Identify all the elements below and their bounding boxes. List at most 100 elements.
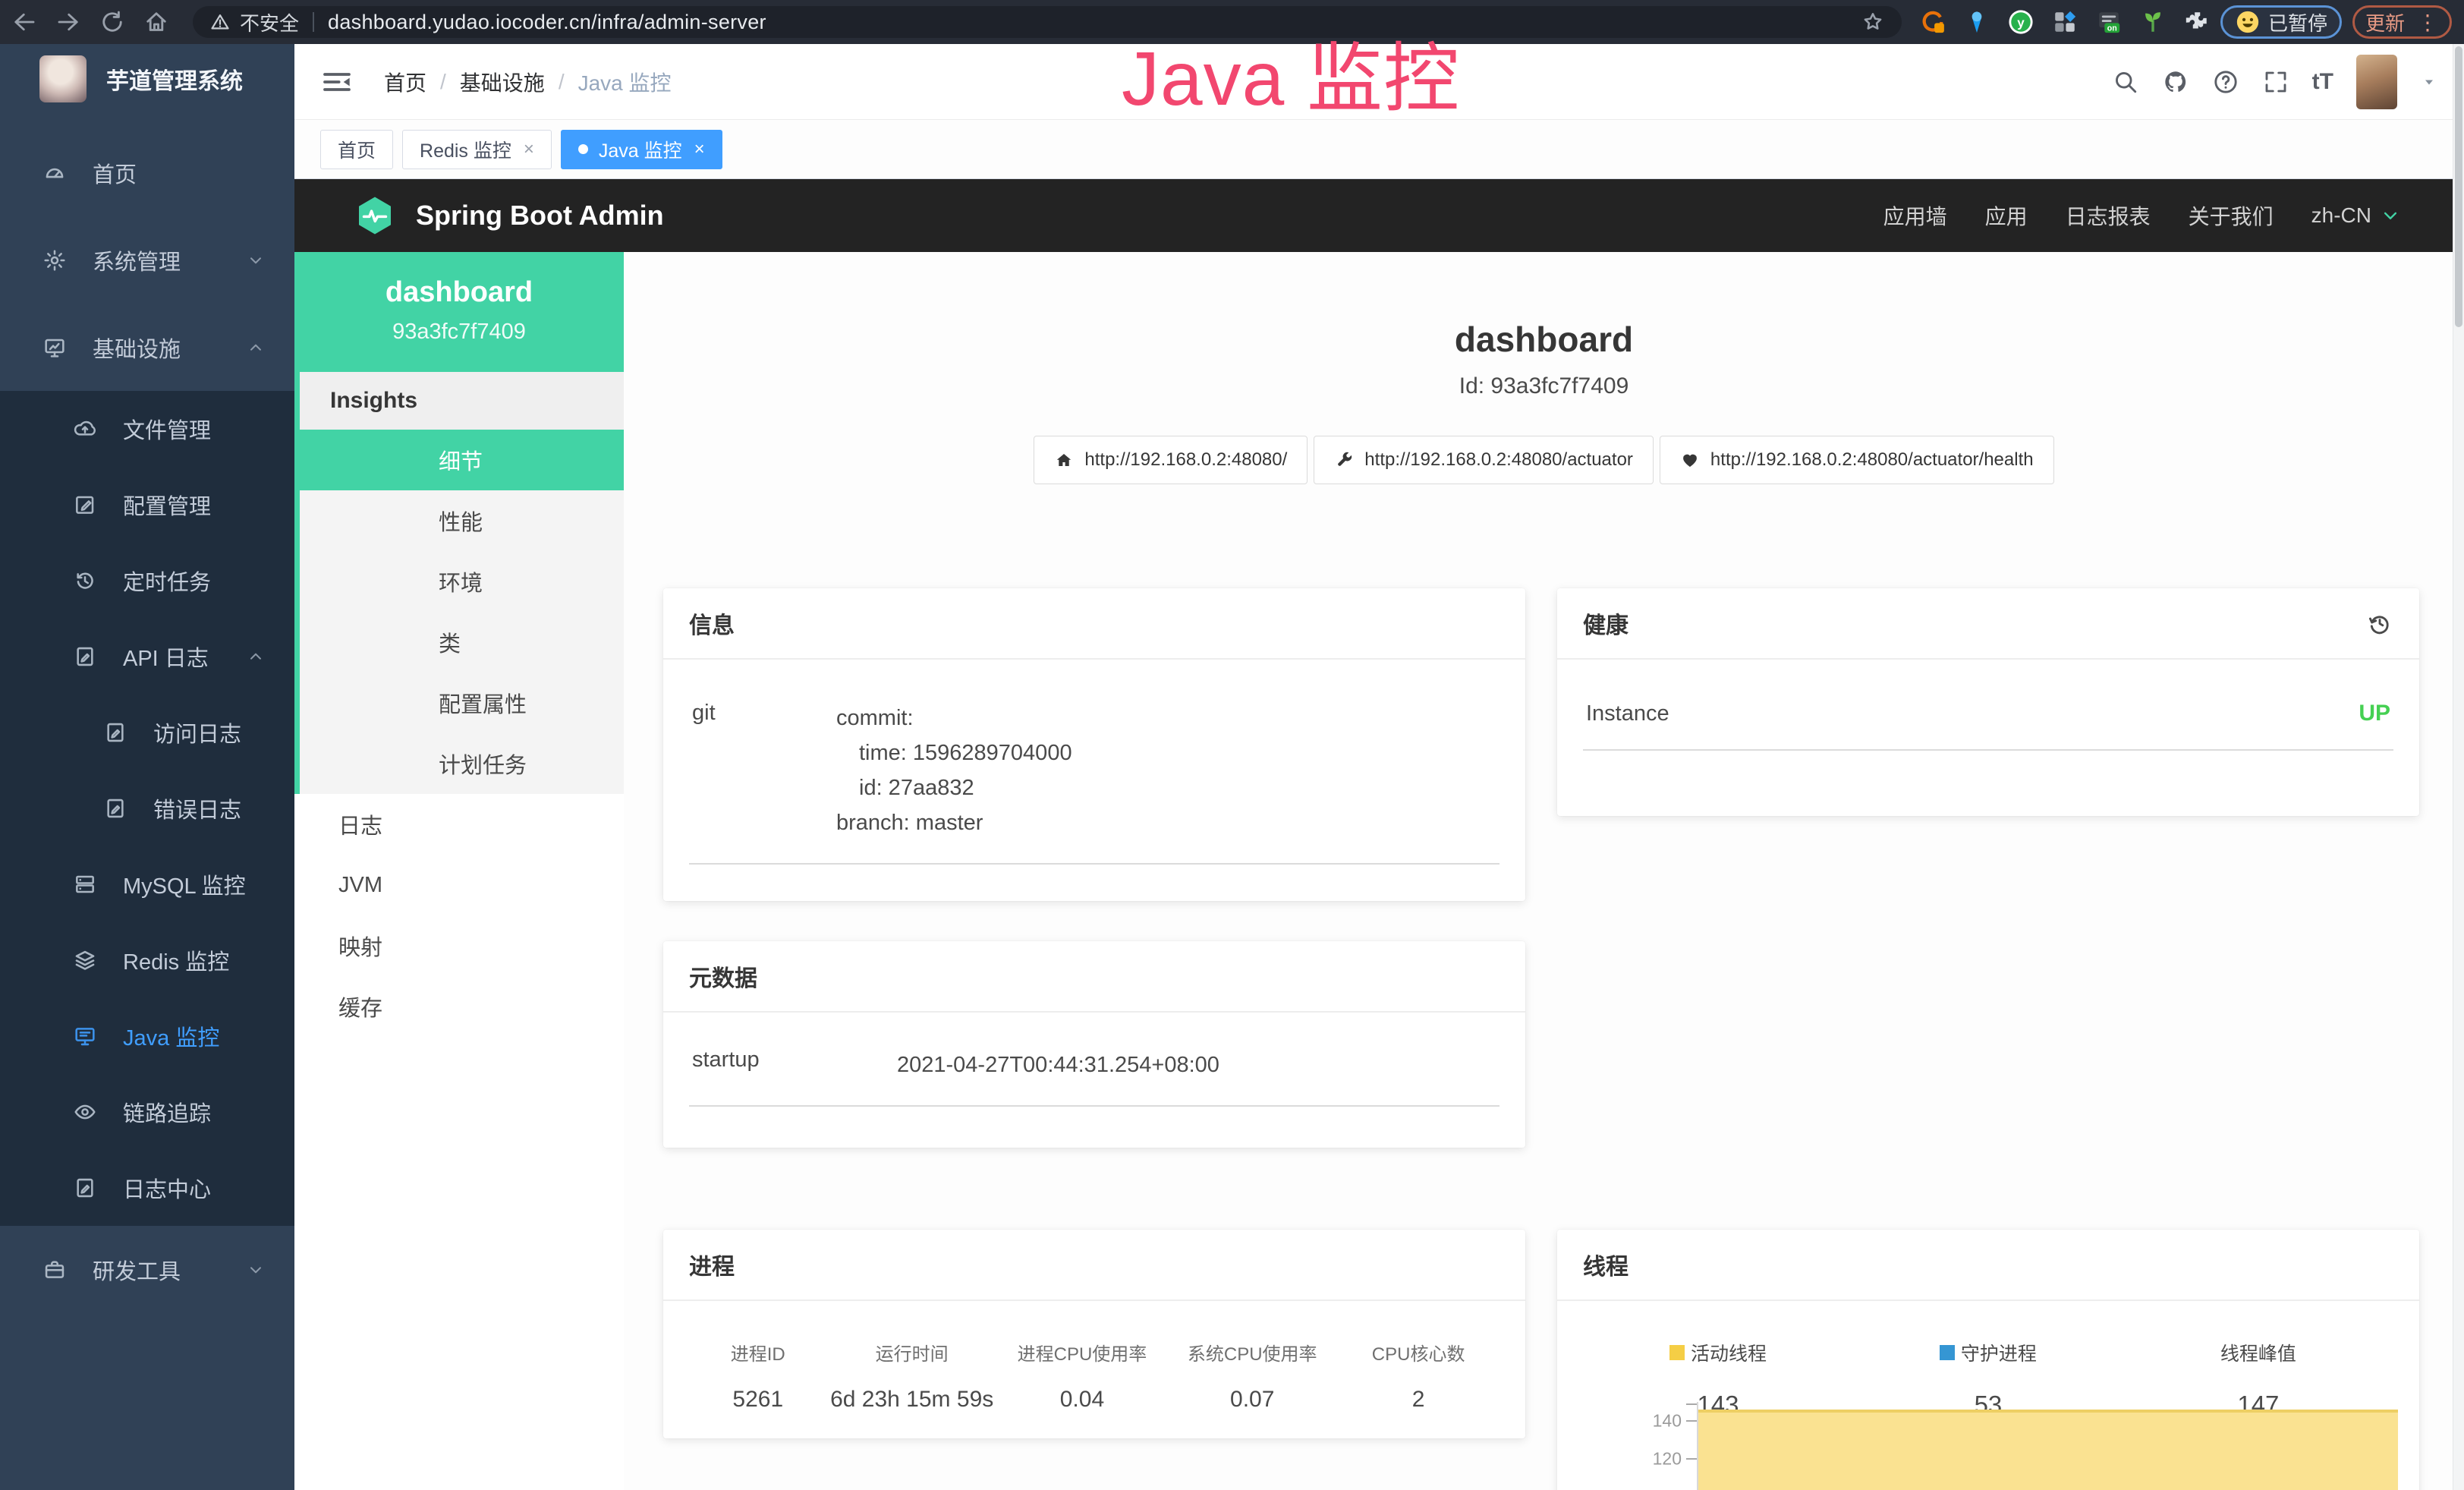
tab-home[interactable]: 首页: [320, 130, 393, 169]
not-secure-warning-icon[interactable]: [209, 11, 231, 33]
log-edit-icon: [73, 1176, 97, 1200]
sidebar-item-mysql-monitor[interactable]: MySQL 监控: [0, 846, 294, 922]
browser-forward-icon[interactable]: [55, 8, 82, 36]
extension-grid-icon[interactable]: [2052, 9, 2078, 35]
insights-section-label: Insights: [300, 372, 624, 430]
extension-green-circle-icon[interactable]: y: [2008, 9, 2034, 35]
sidebar-item-scheduled-tasks[interactable]: 定时任务: [0, 543, 294, 619]
legend-daemon-threads: 守护进程: [1961, 1339, 2037, 1366]
health-history-icon[interactable]: [2366, 610, 2393, 637]
sba-item-details[interactable]: 细节: [300, 430, 624, 490]
chevron-down-icon: [246, 1260, 266, 1280]
user-menu-caret-icon[interactable]: [2420, 73, 2438, 91]
svg-text:on: on: [2107, 24, 2117, 33]
browser-home-icon[interactable]: [143, 8, 170, 36]
breadcrumb-infrastructure[interactable]: 基础设施: [460, 67, 545, 97]
sba-item-mappings[interactable]: 映射: [294, 915, 624, 976]
close-icon[interactable]: ×: [524, 139, 534, 160]
smiley-emoji-icon: [2235, 9, 2261, 35]
scrollbar-thumb[interactable]: [2455, 46, 2462, 327]
browser-reload-icon[interactable]: [99, 8, 126, 36]
chevron-up-icon: [246, 647, 266, 666]
font-size-icon[interactable]: tT: [2312, 69, 2333, 95]
close-icon[interactable]: ×: [694, 139, 705, 160]
breadcrumb-separator: /: [559, 70, 565, 94]
ytick-120: 120: [1583, 1449, 1682, 1470]
hamburger-icon[interactable]: [322, 69, 352, 95]
sba-nav-about[interactable]: 关于我们: [2189, 200, 2274, 231]
sba-item-config-props[interactable]: 配置属性: [300, 673, 624, 733]
service-url-button[interactable]: http://192.168.0.2:48080/: [1034, 436, 1308, 484]
info-value: commit: time: 1596289704000 id: 27aa832 …: [836, 701, 1072, 840]
sidebar-item-infrastructure[interactable]: 基础设施: [0, 304, 294, 391]
github-icon[interactable]: [2162, 68, 2189, 96]
security-label: 不安全: [240, 8, 299, 36]
browser-menu-icon[interactable]: ⋮: [2417, 10, 2439, 35]
paused-extension-button[interactable]: 已暂停: [2220, 5, 2342, 39]
update-label: 更新: [2365, 8, 2405, 36]
card-process: 进程 进程ID 运行时间 进程CPU使用率 系统CPU使用率 CPU核心数 52…: [663, 1230, 1525, 1438]
health-url-button[interactable]: http://192.168.0.2:48080/actuator/health: [1660, 436, 2054, 484]
tab-redis-monitor[interactable]: Redis 监控 ×: [402, 130, 552, 169]
sba-item-caches[interactable]: 缓存: [294, 976, 624, 1037]
card-process-title: 进程: [689, 1248, 735, 1281]
address-bar[interactable]: 不安全 dashboard.yudao.iocoder.cn/infra/adm…: [193, 6, 1902, 38]
sidebar-item-home[interactable]: 首页: [0, 129, 294, 216]
spring-boot-admin-logo-icon[interactable]: [354, 194, 396, 237]
sba-instance-header[interactable]: dashboard 93a3fc7f7409: [294, 252, 624, 372]
sidebar-item-tracing[interactable]: 链路追踪: [0, 1074, 294, 1150]
extension-sprout-icon[interactable]: [2140, 9, 2166, 35]
monitor-chart-icon: [42, 335, 67, 360]
browser-update-button[interactable]: 更新 ⋮: [2352, 5, 2452, 39]
sidebar-item-error-logs[interactable]: 错误日志: [0, 770, 294, 846]
extension-switch-on-icon[interactable]: on: [2096, 9, 2122, 35]
actuator-url-button[interactable]: http://192.168.0.2:48080/actuator: [1314, 436, 1654, 484]
sidebar-item-file-mgmt[interactable]: 文件管理: [0, 391, 294, 467]
sba-nav-applications[interactable]: 应用: [1985, 200, 2028, 231]
page-scrollbar[interactable]: [2453, 44, 2464, 1490]
sba-nav-journal[interactable]: 日志报表: [2066, 200, 2151, 231]
help-icon[interactable]: [2212, 68, 2239, 96]
sidebar-item-system-mgmt[interactable]: 系统管理: [0, 216, 294, 304]
edit-square-icon: [73, 493, 97, 517]
tags-view: 首页 Redis 监控 × Java 监控 ×: [294, 120, 2464, 179]
health-key: Instance: [1586, 701, 1669, 726]
health-instance-row: Instance UP: [1583, 670, 2393, 751]
sba-brand-title[interactable]: Spring Boot Admin: [416, 200, 664, 232]
process-header-pid: 进程ID: [689, 1339, 827, 1366]
breadcrumb-home[interactable]: 首页: [384, 67, 426, 97]
sidebar-item-java-monitor[interactable]: Java 监控: [0, 998, 294, 1074]
info-key: git: [692, 701, 836, 840]
sidebar-item-redis-monitor[interactable]: Redis 监控: [0, 922, 294, 998]
sba-item-logs[interactable]: 日志: [294, 794, 624, 855]
sba-locale-select[interactable]: zh-CN: [2311, 203, 2402, 228]
browser-back-icon[interactable]: [11, 8, 38, 36]
extension-pin-icon[interactable]: [1964, 9, 1990, 35]
process-header-cpus: CPU核心数: [1337, 1339, 1499, 1366]
sba-item-environment[interactable]: 环境: [300, 551, 624, 612]
bookmark-star-icon[interactable]: [1861, 10, 1885, 34]
user-avatar[interactable]: [2356, 55, 2397, 109]
tab-java-monitor[interactable]: Java 监控 ×: [561, 130, 722, 169]
sidebar-item-dev-tools[interactable]: 研发工具: [0, 1226, 294, 1313]
metadata-value: 2021-04-27T00:44:31.254+08:00: [897, 1047, 1219, 1082]
sba-body: dashboard 93a3fc7f7409 Insights 细节 性能 环境…: [294, 252, 2464, 1490]
app-logo[interactable]: 芋道管理系统: [0, 44, 294, 114]
sba-nav-wallboard[interactable]: 应用墙: [1883, 200, 1947, 231]
sidebar-item-api-logs[interactable]: API 日志: [0, 619, 294, 695]
sba-item-classes[interactable]: 类: [300, 612, 624, 673]
extension-puzzle-icon[interactable]: [2184, 9, 2210, 35]
sba-item-jvm[interactable]: JVM: [294, 855, 624, 915]
fullscreen-icon[interactable]: [2262, 68, 2289, 96]
home-icon: [1054, 450, 1074, 470]
legend-active-threads: 活动线程: [1691, 1339, 1767, 1366]
sba-item-scheduled-tasks[interactable]: 计划任务: [300, 733, 624, 794]
process-value-pid: 5261: [689, 1387, 827, 1413]
sidebar-item-access-logs[interactable]: 访问日志: [0, 695, 294, 770]
cloud-upload-icon: [73, 417, 97, 441]
search-icon[interactable]: [2112, 68, 2139, 96]
sidebar-item-log-center[interactable]: 日志中心: [0, 1150, 294, 1226]
sidebar-item-config-mgmt[interactable]: 配置管理: [0, 467, 294, 543]
extension-colorzilla-icon[interactable]: [1920, 9, 1946, 35]
sba-item-metrics[interactable]: 性能: [300, 490, 624, 551]
